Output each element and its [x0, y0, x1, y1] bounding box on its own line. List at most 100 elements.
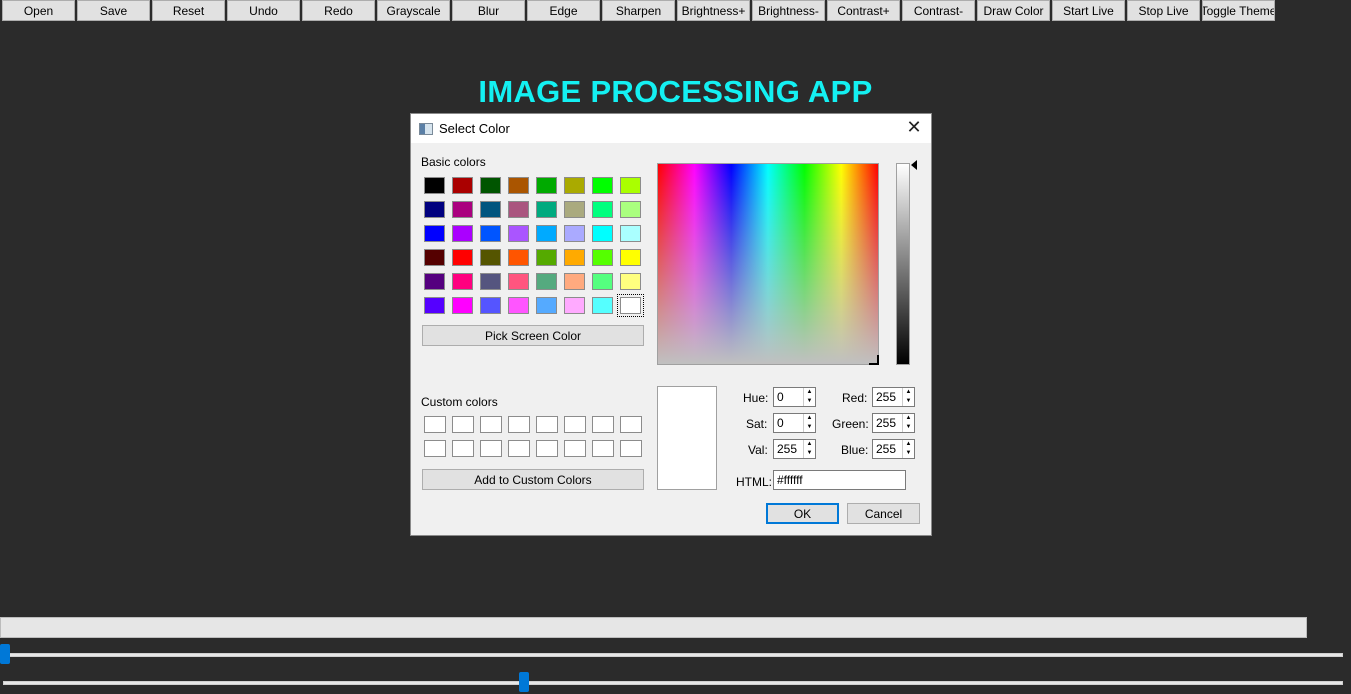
contrast-down-button[interactable]: Contrast-: [902, 0, 975, 21]
basic-color-swatch[interactable]: [564, 273, 585, 290]
contrast-up-button[interactable]: Contrast+: [827, 0, 900, 21]
hue-spinbox[interactable]: 0 ▲ ▼: [773, 387, 816, 407]
basic-color-swatch[interactable]: [480, 249, 501, 266]
redo-button[interactable]: Redo: [302, 0, 375, 21]
start-live-button[interactable]: Start Live: [1052, 0, 1125, 21]
basic-color-swatch[interactable]: [564, 225, 585, 242]
slider-1[interactable]: [0, 644, 1343, 666]
sat-spinbox[interactable]: 0 ▲ ▼: [773, 413, 816, 433]
basic-color-swatch[interactable]: [508, 273, 529, 290]
custom-color-swatch[interactable]: [592, 440, 614, 457]
ok-button[interactable]: OK: [766, 503, 839, 524]
basic-color-swatch[interactable]: [536, 249, 557, 266]
basic-color-swatch[interactable]: [592, 225, 613, 242]
html-hex-input[interactable]: #ffffff: [773, 470, 906, 490]
slider-2[interactable]: [0, 672, 1343, 694]
basic-color-swatch[interactable]: [424, 177, 445, 194]
luminance-slider[interactable]: [896, 163, 910, 365]
open-button[interactable]: Open: [2, 0, 75, 21]
basic-color-swatch[interactable]: [592, 201, 613, 218]
basic-color-swatch[interactable]: [564, 201, 585, 218]
basic-color-swatch[interactable]: [452, 177, 473, 194]
basic-color-swatch[interactable]: [564, 297, 585, 314]
custom-color-swatch[interactable]: [620, 416, 642, 433]
basic-color-swatch[interactable]: [620, 201, 641, 218]
luminance-arrow-icon[interactable]: [911, 160, 917, 170]
custom-color-swatch[interactable]: [452, 440, 474, 457]
stop-live-button[interactable]: Stop Live: [1127, 0, 1200, 21]
custom-color-swatch[interactable]: [536, 416, 558, 433]
basic-color-swatch[interactable]: [508, 201, 529, 218]
spin-up-icon[interactable]: ▲: [903, 414, 914, 423]
spin-down-icon[interactable]: ▼: [903, 449, 914, 458]
basic-color-swatch[interactable]: [508, 297, 529, 314]
basic-color-swatch[interactable]: [536, 177, 557, 194]
spin-down-icon[interactable]: ▼: [804, 397, 815, 406]
toggle-theme-button[interactable]: Toggle Theme: [1202, 0, 1275, 21]
brightness-up-button[interactable]: Brightness+: [677, 0, 750, 21]
basic-color-swatch[interactable]: [592, 249, 613, 266]
basic-color-swatch[interactable]: [536, 201, 557, 218]
custom-color-swatch[interactable]: [480, 440, 502, 457]
spin-up-icon[interactable]: ▲: [903, 440, 914, 449]
sharpen-button[interactable]: Sharpen: [602, 0, 675, 21]
basic-color-swatch[interactable]: [452, 249, 473, 266]
grayscale-button[interactable]: Grayscale: [377, 0, 450, 21]
custom-color-swatch[interactable]: [508, 416, 530, 433]
undo-button[interactable]: Undo: [227, 0, 300, 21]
basic-color-swatch[interactable]: [452, 201, 473, 218]
basic-color-swatch[interactable]: [564, 249, 585, 266]
spin-up-icon[interactable]: ▲: [804, 440, 815, 449]
spin-up-icon[interactable]: ▲: [804, 414, 815, 423]
basic-color-swatch[interactable]: [620, 273, 641, 290]
basic-color-swatch[interactable]: [424, 201, 445, 218]
basic-color-swatch[interactable]: [424, 273, 445, 290]
custom-color-swatch[interactable]: [620, 440, 642, 457]
basic-color-swatch[interactable]: [564, 177, 585, 194]
custom-color-swatch[interactable]: [480, 416, 502, 433]
brightness-down-button[interactable]: Brightness-: [752, 0, 825, 21]
basic-color-swatch[interactable]: [480, 273, 501, 290]
save-button[interactable]: Save: [77, 0, 150, 21]
basic-color-swatch[interactable]: [508, 249, 529, 266]
cancel-button[interactable]: Cancel: [847, 503, 920, 524]
custom-color-swatch[interactable]: [592, 416, 614, 433]
spin-up-icon[interactable]: ▲: [903, 388, 914, 397]
basic-color-swatch[interactable]: [620, 177, 641, 194]
basic-color-swatch[interactable]: [620, 225, 641, 242]
blur-button[interactable]: Blur: [452, 0, 525, 21]
basic-color-swatch[interactable]: [620, 249, 641, 266]
custom-color-swatch[interactable]: [424, 440, 446, 457]
custom-color-swatch[interactable]: [564, 440, 586, 457]
add-custom-colors-button[interactable]: Add to Custom Colors: [422, 469, 644, 490]
basic-color-swatch[interactable]: [480, 297, 501, 314]
spin-down-icon[interactable]: ▼: [804, 423, 815, 432]
basic-color-swatch[interactable]: [617, 294, 644, 317]
slider-handle[interactable]: [0, 644, 10, 664]
spin-up-icon[interactable]: ▲: [804, 388, 815, 397]
basic-color-swatch[interactable]: [452, 297, 473, 314]
basic-color-swatch[interactable]: [592, 297, 613, 314]
spin-down-icon[interactable]: ▼: [903, 397, 914, 406]
red-spinbox[interactable]: 255 ▲ ▼: [872, 387, 915, 407]
custom-color-swatch[interactable]: [508, 440, 530, 457]
basic-color-swatch[interactable]: [508, 225, 529, 242]
basic-color-swatch[interactable]: [480, 225, 501, 242]
basic-color-swatch[interactable]: [424, 297, 445, 314]
custom-color-swatch[interactable]: [536, 440, 558, 457]
basic-color-swatch[interactable]: [452, 273, 473, 290]
custom-color-swatch[interactable]: [452, 416, 474, 433]
basic-color-swatch[interactable]: [424, 249, 445, 266]
blue-spinbox[interactable]: 255 ▲ ▼: [872, 439, 915, 459]
basic-color-swatch[interactable]: [536, 273, 557, 290]
close-icon[interactable]: ✕: [905, 119, 923, 137]
slider-handle[interactable]: [519, 672, 529, 692]
basic-color-swatch[interactable]: [536, 225, 557, 242]
spin-down-icon[interactable]: ▼: [804, 449, 815, 458]
basic-color-swatch[interactable]: [536, 297, 557, 314]
val-spinbox[interactable]: 255 ▲ ▼: [773, 439, 816, 459]
spin-down-icon[interactable]: ▼: [903, 423, 914, 432]
custom-color-swatch[interactable]: [564, 416, 586, 433]
basic-color-swatch[interactable]: [424, 225, 445, 242]
basic-color-swatch[interactable]: [592, 177, 613, 194]
